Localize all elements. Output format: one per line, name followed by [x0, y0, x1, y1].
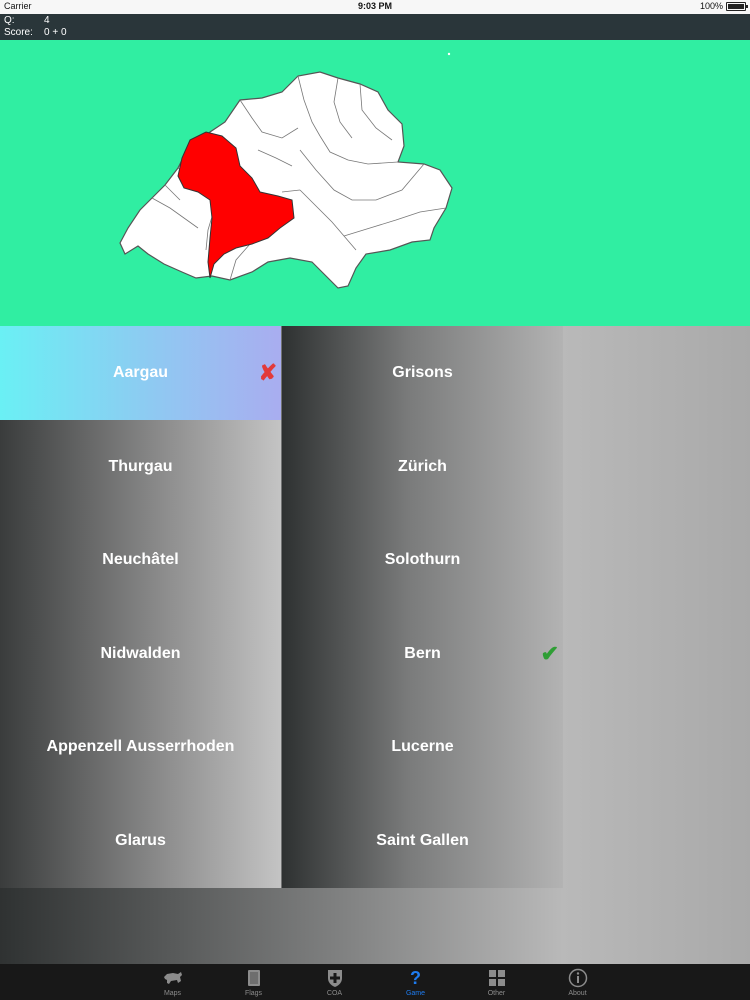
battery-percent: 100%: [699, 1, 723, 11]
wrong-x-icon: ✘: [258, 360, 277, 385]
score-label: Score:: [4, 27, 33, 38]
battery-icon: [726, 1, 748, 11]
tab-game[interactable]: ? Game: [375, 964, 456, 1000]
shield-cross-icon: [324, 967, 346, 989]
tab-about[interactable]: About: [537, 964, 618, 1000]
choice-label: Lucerne: [391, 738, 454, 755]
map-speck: [447, 52, 451, 56]
choice-label: Bern: [404, 645, 441, 662]
tab-label: Other: [487, 990, 506, 997]
question-icon: ?: [410, 967, 421, 988]
tab-bar: Maps Flags COA ? Game Other About: [0, 964, 750, 1000]
choice-lucerne[interactable]: Lucerne: [282, 700, 563, 794]
choice-label: Solothurn: [384, 551, 461, 568]
question-number: 4: [44, 15, 50, 26]
choice-zurich[interactable]: Zürich: [282, 420, 563, 514]
choice-glarus[interactable]: Glarus: [0, 794, 281, 888]
choice-nidwalden[interactable]: Nidwalden: [0, 607, 281, 701]
choice-label: Thurgau: [108, 458, 173, 475]
choices-left-column: Aargau ✘ Thurgau Neuchâtel Nidwalden App…: [0, 326, 281, 888]
question-label: Q:: [4, 15, 15, 26]
tab-other[interactable]: Other: [456, 964, 537, 1000]
choice-label: Zürich: [398, 458, 447, 475]
flag-icon: [243, 967, 265, 989]
switzerland-outline: [119, 71, 453, 289]
question-row: Q: 4: [4, 15, 50, 26]
tab-flags[interactable]: Flags: [213, 964, 294, 1000]
switzerland-map: [119, 52, 453, 289]
choice-label: Saint Gallen: [376, 832, 469, 849]
tab-label: Game: [405, 990, 426, 997]
choices-right-column: Grisons Zürich Solothurn Bern ✔ Lucerne …: [282, 326, 563, 888]
tab-coa[interactable]: COA: [294, 964, 375, 1000]
info-bar: Q: 4 Score: 0 + 0: [0, 14, 750, 40]
choice-bern[interactable]: Bern ✔: [282, 607, 563, 701]
checkmark-icon: ✔: [540, 641, 559, 666]
clock: 9:03 PM: [357, 1, 392, 11]
choice-aargau[interactable]: Aargau ✘: [0, 326, 281, 420]
tab-label: COA: [326, 990, 343, 997]
choice-grisons[interactable]: Grisons: [282, 326, 563, 420]
choice-saint-gallen[interactable]: Saint Gallen: [282, 794, 563, 888]
tab-maps[interactable]: Maps: [132, 964, 213, 1000]
choice-neuchatel[interactable]: Neuchâtel: [0, 513, 281, 607]
answer-choices: Aargau ✘ Thurgau Neuchâtel Nidwalden App…: [0, 326, 563, 888]
choice-label: Glarus: [115, 832, 166, 849]
choice-label: Neuchâtel: [102, 551, 179, 568]
grid-icon: [486, 967, 508, 989]
score-value: 0 + 0: [44, 27, 67, 38]
status-bar: Carrier 9:03 PM 100%: [0, 0, 750, 14]
choice-label: Grisons: [392, 364, 453, 381]
choice-label: Nidwalden: [100, 645, 181, 662]
score-row: Score: 0 + 0: [4, 27, 67, 38]
choice-thurgau[interactable]: Thurgau: [0, 420, 281, 514]
tab-label: Flags: [244, 990, 263, 997]
tab-label: About: [568, 990, 587, 997]
choice-label: Aargau: [112, 364, 169, 381]
info-icon: [567, 967, 589, 989]
map-area: [0, 40, 750, 326]
choice-solothurn[interactable]: Solothurn: [282, 513, 563, 607]
choice-appenzell-ausserrhoden[interactable]: Appenzell Ausserrhoden: [0, 700, 281, 794]
bull-icon: [162, 967, 184, 989]
tab-label: Maps: [163, 990, 182, 997]
choice-label: Appenzell Ausserrhoden: [46, 738, 235, 755]
